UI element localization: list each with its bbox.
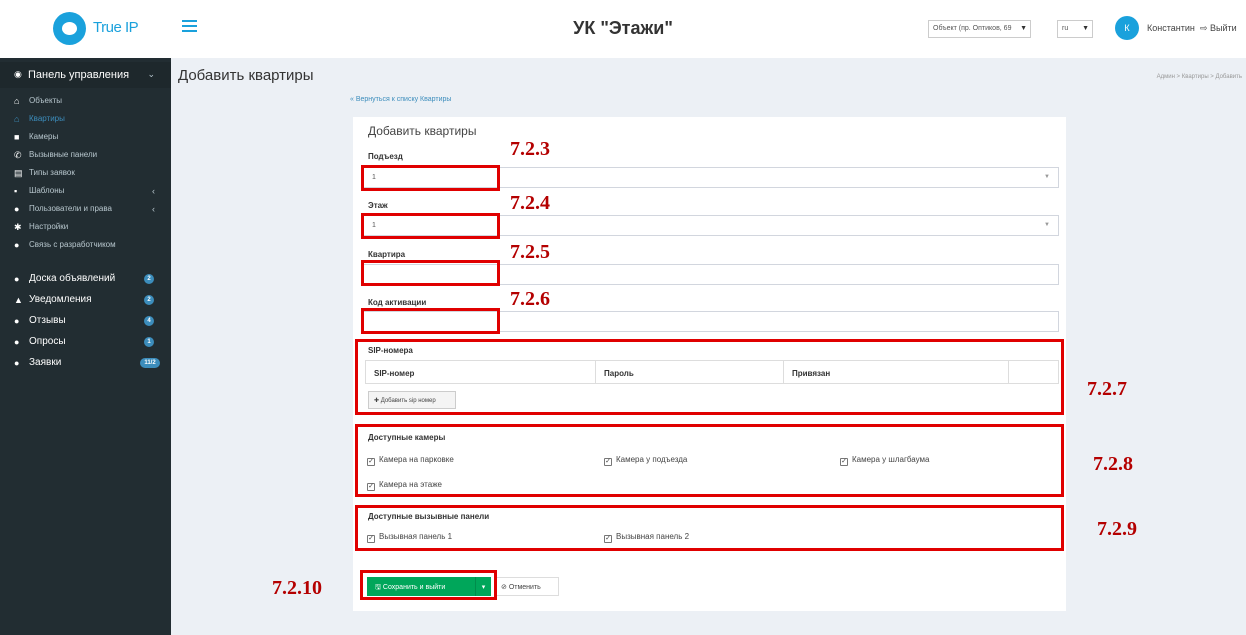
breadcrumb[interactable]: Админ > Квартиры > Добавить: [1157, 74, 1242, 80]
logo-icon: [53, 12, 86, 45]
annotation-box: [361, 213, 500, 239]
top-header: True IP УК "Этажи" Объект (пр. Оптиков, …: [0, 0, 1246, 58]
chevron-down-icon: ⌄: [147, 69, 155, 79]
count-badge: 1: [144, 337, 154, 347]
annotation-box: [361, 260, 500, 286]
sidebar-item-settings[interactable]: ✱ Настройки: [0, 218, 171, 236]
cancel-label: Отменить: [508, 584, 541, 591]
sidebar-item-label: Пользователи и права: [29, 204, 112, 213]
sidebar-item-label: Квартиры: [29, 114, 65, 123]
camera-icon: ■: [14, 132, 20, 142]
sidebar-item-apartments[interactable]: ⌂ Квартиры: [0, 110, 171, 128]
page-title: Добавить квартиры: [178, 67, 314, 84]
annotation-box: [361, 308, 500, 334]
chevron-left-icon: ‹: [152, 186, 155, 196]
cancel-button[interactable]: ⊘ Отменить: [495, 577, 559, 596]
list-icon: ▤: [14, 168, 23, 178]
sidebar-item-label: Отзывы: [29, 315, 66, 326]
annotation-box: [355, 339, 1064, 415]
sidebar-item-polls[interactable]: ● Опросы 1: [0, 333, 171, 351]
sidebar-item-label: Типы заявок: [29, 168, 75, 177]
cancel-icon: ⊘: [501, 584, 507, 591]
gear-icon: ✱: [14, 222, 22, 232]
sidebar-item-label: Заявки: [29, 357, 62, 368]
activation-code-label: Код активации: [368, 298, 427, 307]
sidebar-item-label: Связь с разработчиком: [29, 240, 116, 249]
language-select[interactable]: ru ▼: [1057, 20, 1093, 38]
question-icon: ●: [14, 358, 20, 368]
annotation-label: 7.2.4: [510, 192, 550, 214]
question-icon: ●: [14, 274, 20, 284]
caret-down-icon: ▼: [1082, 25, 1089, 32]
apartment-icon: ⌂: [14, 114, 20, 124]
comment-icon: ●: [14, 316, 20, 326]
annotation-label: 7.2.5: [510, 241, 550, 263]
sidebar-item-label: Уведомления: [29, 294, 92, 305]
back-link[interactable]: « Вернуться к списку Квартиры: [350, 96, 451, 103]
annotation-box: [355, 424, 1064, 497]
sidebar-panel-label: Панель управления: [28, 69, 130, 81]
count-badge: 11/2: [140, 358, 160, 368]
sidebar-item-request-types[interactable]: ▤ Типы заявок: [0, 164, 171, 182]
floor-label: Этаж: [368, 201, 388, 210]
sidebar-item-label: Доска объявлений: [29, 273, 116, 284]
annotation-label: 7.2.10: [272, 577, 322, 599]
sidebar-item-notifications[interactable]: ▲ Уведомления 2: [0, 291, 171, 309]
count-badge: 2: [144, 274, 154, 284]
annotation-label: 7.2.8: [1093, 453, 1133, 475]
object-select[interactable]: Объект (пр. Оптиков, 69 ▼: [928, 20, 1031, 38]
count-badge: 4: [144, 316, 154, 326]
dashboard-icon: ◉: [14, 69, 22, 79]
annotation-label: 7.2.9: [1097, 518, 1137, 540]
sidebar-item-label: Настройки: [29, 222, 69, 231]
chevron-left-icon: ‹: [152, 204, 155, 214]
annotation-label: 7.2.7: [1087, 378, 1127, 400]
sidebar-item-label: Вызывные панели: [29, 150, 98, 159]
annotation-label: 7.2.6: [510, 288, 550, 310]
logo-text: True IP: [93, 19, 139, 36]
sidebar-item-label: Объекты: [29, 96, 62, 105]
username[interactable]: Константин: [1147, 23, 1195, 33]
sidebar-item-users[interactable]: ● Пользователи и права ‹: [0, 200, 171, 218]
sidebar-item-objects[interactable]: ⌂ Объекты: [0, 92, 171, 110]
annotation-box: [361, 165, 500, 191]
entrance-label: Подъезд: [368, 152, 403, 161]
sidebar-item-board[interactable]: ● Доска объявлений 2: [0, 270, 171, 288]
sidebar-item-templates[interactable]: ▪ Шаблоны ‹: [0, 182, 171, 200]
home-icon: ⌂: [14, 96, 20, 106]
caret-down-icon: ▼: [1044, 174, 1050, 180]
language-select-value: ru: [1062, 25, 1069, 32]
sidebar-item-reviews[interactable]: ● Отзывы 4: [0, 312, 171, 330]
menu-toggle-icon[interactable]: [182, 20, 197, 33]
template-icon: ▪: [14, 186, 18, 196]
sidebar-item-call-panels[interactable]: ✆ Вызывные панели: [0, 146, 171, 164]
object-select-value: Объект (пр. Оптиков, 69: [933, 25, 1012, 32]
sidebar-item-label: Шаблоны: [29, 186, 65, 195]
caret-down-icon: ▼: [1020, 25, 1027, 32]
caret-down-icon: ▼: [1044, 222, 1050, 228]
phone-icon: ✆: [14, 150, 22, 160]
avatar[interactable]: К: [1115, 16, 1139, 40]
bell-icon: ▲: [14, 295, 23, 305]
users-icon: ●: [14, 204, 20, 214]
annotation-label: 7.2.3: [510, 138, 550, 160]
logout-label: Выйти: [1210, 23, 1237, 33]
chat-icon: ●: [14, 240, 20, 250]
sidebar-item-label: Камеры: [29, 132, 59, 141]
sidebar-item-cameras[interactable]: ■ Камеры: [0, 128, 171, 146]
form-title: Добавить квартиры: [368, 124, 477, 138]
apartment-label: Квартира: [368, 250, 406, 259]
sidebar-item-label: Опросы: [29, 336, 66, 347]
count-badge: 2: [144, 295, 154, 305]
sidebar-item-contact-dev[interactable]: ● Связь с разработчиком: [0, 236, 171, 254]
annotation-box: [355, 505, 1064, 551]
sidebar-item-dashboard[interactable]: ◉ Панель управления ⌄: [0, 62, 171, 88]
sidebar: ◉ Панель управления ⌄ ⌂ Объекты ⌂ Квартиры…: [0, 58, 171, 635]
question-icon: ●: [14, 337, 20, 347]
annotation-box: [360, 570, 497, 600]
logo[interactable]: True IP: [0, 0, 171, 58]
logout-button[interactable]: ⇨ Выйти: [1200, 23, 1237, 34]
sidebar-item-requests[interactable]: ● Заявки 11/2: [0, 354, 171, 372]
